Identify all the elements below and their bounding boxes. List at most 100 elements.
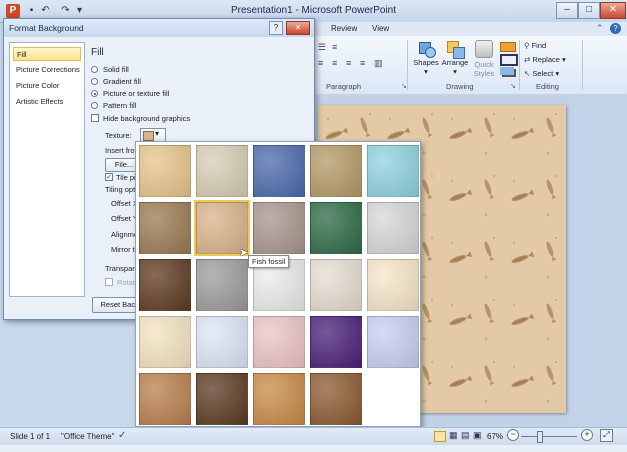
zoom-out-icon[interactable]: −	[507, 429, 519, 441]
dropdown-arrow-icon: ▾	[453, 67, 457, 76]
drawing-launcher-icon[interactable]: ↘	[510, 82, 516, 90]
arrange-label: Arrange	[441, 58, 469, 67]
justify-icon[interactable]: ≡	[360, 58, 365, 68]
texture-swatch-denim[interactable]	[253, 145, 305, 197]
texture-swatch-oak[interactable]	[253, 373, 305, 425]
texture-swatch-brown-marble[interactable]	[139, 259, 191, 311]
binoculars-icon: ⚲	[524, 41, 530, 50]
texture-swatch-papyrus[interactable]	[139, 145, 191, 197]
zoom-slider-thumb[interactable]	[537, 431, 544, 443]
zoom-slider-track[interactable]	[521, 436, 577, 437]
window-title: Presentation1 - Microsoft PowerPoint	[230, 5, 397, 16]
group-separator	[407, 40, 408, 90]
paragraph-launcher-icon[interactable]: ↘	[401, 82, 407, 90]
checkbox[interactable]	[91, 114, 99, 122]
checkbox-checked[interactable]: ✓	[105, 173, 113, 181]
texture-swatch-parchment[interactable]	[367, 259, 419, 311]
minimize-ribbon-icon[interactable]: ⌃	[596, 23, 604, 34]
theme-indicator[interactable]: "Office Theme"	[61, 432, 114, 441]
zoom-level[interactable]: 67%	[487, 432, 503, 441]
align-center-icon[interactable]: ≡	[332, 58, 337, 68]
shapes-button[interactable]: Shapes ▾	[412, 40, 440, 76]
fill-option-label: Picture or texture fill	[103, 89, 170, 98]
shape-effects-icon[interactable]	[500, 67, 514, 75]
texture-swatch-canvas[interactable]	[196, 145, 248, 197]
select-cursor-icon: ↖	[524, 69, 531, 78]
radio-button[interactable]	[91, 78, 98, 85]
normal-view-icon[interactable]	[434, 431, 446, 442]
hide-graphics-label: Hide background graphics	[103, 114, 191, 123]
group-label-paragraph: Paragraph	[326, 82, 362, 91]
minimize-button[interactable]: –	[556, 2, 578, 19]
dropdown-arrow-icon: ▾	[562, 55, 566, 64]
texture-swatch-bouquet[interactable]	[367, 316, 419, 368]
tab-view[interactable]: View	[372, 24, 389, 33]
texture-swatch-recycled-paper[interactable]	[310, 259, 362, 311]
section-title: Fill	[91, 47, 104, 58]
find-button[interactable]: ⚲ Find	[524, 41, 546, 50]
align-left-icon[interactable]: ≡	[318, 58, 323, 68]
dropdown-arrow-icon: ▾	[424, 67, 428, 76]
bullets-icon[interactable]: ☰	[318, 42, 326, 53]
texture-swatch-water-droplets[interactable]	[367, 145, 419, 197]
replace-button[interactable]: ⇄ Replace ▾	[524, 55, 566, 64]
nav-item-artistic-effects[interactable]: Artistic Effects	[13, 95, 81, 109]
texture-swatch-cork[interactable]	[139, 373, 191, 425]
texture-swatch-stationery[interactable]	[139, 316, 191, 368]
shape-fill-icon[interactable]	[500, 42, 516, 52]
line-spacing-icon[interactable]: ≡	[332, 42, 337, 52]
texture-label: Texture:	[105, 131, 132, 140]
columns-icon[interactable]: ▥	[374, 58, 383, 69]
texture-swatch-woven-mat[interactable]	[310, 145, 362, 197]
dialog-title-bar[interactable]: Format Background ? ✕	[4, 19, 314, 37]
quick-styles-label: Quick	[474, 60, 494, 69]
radio-button-selected[interactable]	[91, 90, 98, 97]
texture-swatch-green-marble[interactable]	[310, 202, 362, 254]
reading-view-icon[interactable]: ▤	[461, 430, 470, 441]
help-icon[interactable]: ?	[610, 23, 621, 34]
quick-styles-button[interactable]: Quick Styles	[470, 40, 498, 78]
dialog-close-button[interactable]: ✕	[286, 21, 310, 35]
texture-gallery	[135, 141, 421, 427]
ribbon: ☰ ≡ ≡ ≡ ≡ ≡ ▥ Paragraph ↘ Shapes ▾ Arran…	[314, 36, 627, 95]
fit-slide-to-window-icon[interactable]: ⤢	[600, 429, 613, 442]
replace-label: Replace	[532, 55, 560, 64]
group-separator	[582, 40, 583, 90]
texture-swatch-white-marble[interactable]	[367, 202, 419, 254]
texture-swatch-sand[interactable]	[253, 202, 305, 254]
checkbox-disabled[interactable]	[105, 278, 113, 286]
fill-option-label: Solid fill	[103, 65, 129, 74]
nav-item-picture-color[interactable]: Picture Color	[13, 79, 81, 93]
arrange-button[interactable]: Arrange ▾	[440, 40, 470, 76]
align-right-icon[interactable]: ≡	[346, 58, 351, 68]
group-separator	[519, 40, 520, 90]
zoom-in-icon[interactable]: +	[581, 429, 593, 441]
texture-swatch-pink-tissue-paper[interactable]	[253, 316, 305, 368]
maximize-button[interactable]: □	[578, 2, 600, 19]
texture-swatch-paper-bag[interactable]	[139, 202, 191, 254]
spell-check-icon[interactable]: ✓	[118, 430, 126, 441]
nav-item-fill[interactable]: Fill	[13, 47, 81, 61]
select-button[interactable]: ↖ Select ▾	[524, 69, 559, 78]
group-label-drawing: Drawing	[446, 82, 474, 91]
find-label: Find	[531, 41, 547, 50]
radio-button[interactable]	[91, 66, 98, 73]
slide-sorter-icon[interactable]: ▦	[449, 430, 458, 441]
fill-option-label: Pattern fill	[103, 101, 137, 110]
dialog-help-button[interactable]: ?	[269, 21, 283, 35]
nav-item-picture-corrections[interactable]: Picture Corrections	[13, 63, 81, 77]
tab-review[interactable]: Review	[331, 24, 357, 33]
texture-swatch-blue-tissue-paper[interactable]	[196, 316, 248, 368]
shapes-label: Shapes	[413, 58, 439, 67]
radio-button[interactable]	[91, 102, 98, 109]
close-button[interactable]: ✕	[600, 2, 626, 19]
taskbar-strip	[0, 445, 627, 452]
shape-outline-icon[interactable]	[500, 54, 518, 66]
texture-swatch-granite[interactable]	[196, 259, 248, 311]
texture-swatch-medium-wood[interactable]	[310, 373, 362, 425]
texture-preview-icon	[143, 131, 154, 141]
slide-indicator: Slide 1 of 1	[10, 432, 51, 441]
texture-swatch-purple-mesh[interactable]	[310, 316, 362, 368]
texture-swatch-walnut[interactable]	[196, 373, 248, 425]
slide-show-icon[interactable]: ▣	[473, 430, 482, 441]
